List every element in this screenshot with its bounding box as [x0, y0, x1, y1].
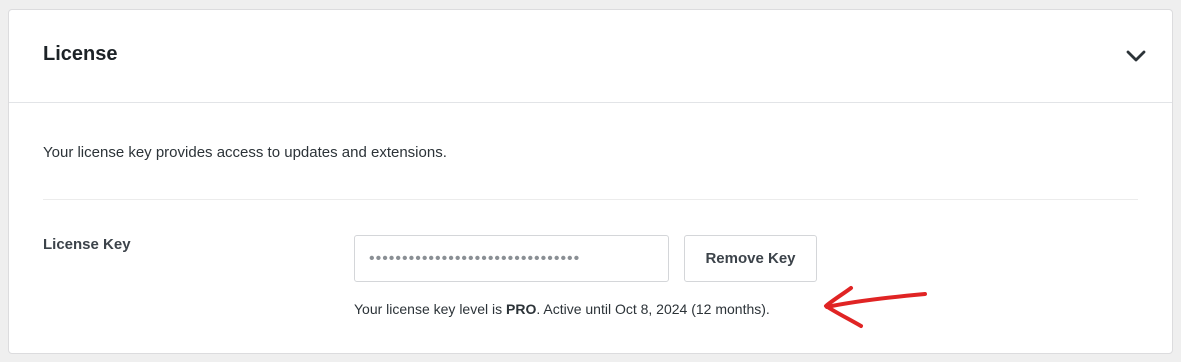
license-description: Your license key provides access to upda…: [43, 144, 447, 161]
panel-header[interactable]: License: [9, 10, 1172, 103]
status-suffix: . Active until Oct 8, 2024 (12 months).: [536, 301, 770, 317]
panel-title: License: [43, 43, 118, 65]
chevron-down-icon[interactable]: [1124, 44, 1148, 68]
license-key-input[interactable]: [354, 235, 669, 282]
license-status-text: Your license key level is PRO. Active un…: [354, 301, 770, 317]
remove-key-button[interactable]: Remove Key: [684, 235, 817, 282]
status-prefix: Your license key level is: [354, 301, 507, 317]
license-level: PRO: [506, 301, 537, 317]
license-panel: License Your license key provides access…: [8, 9, 1173, 354]
hand-drawn-arrow-icon: [824, 286, 927, 328]
divider: [43, 199, 1138, 200]
license-key-label: License Key: [43, 236, 131, 253]
